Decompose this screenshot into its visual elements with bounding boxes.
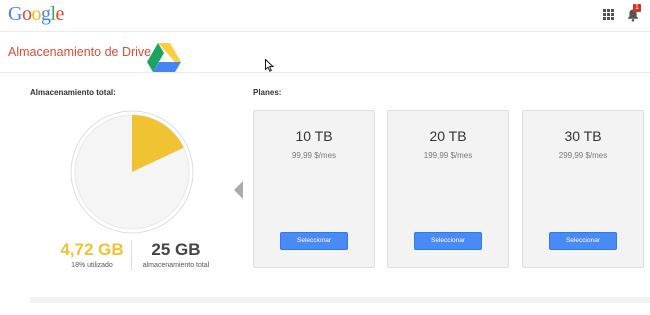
logo-letter: o bbox=[31, 3, 41, 25]
footer-strip bbox=[30, 297, 650, 303]
mouse-cursor-icon bbox=[265, 59, 274, 72]
used-storage-caption: 18% utilizado bbox=[71, 262, 113, 269]
google-logo[interactable]: Google bbox=[8, 3, 64, 26]
total-storage-caption: almacenamiento total bbox=[142, 262, 210, 269]
used-storage-value: 4,72 GB bbox=[60, 240, 124, 259]
plan-price: 299,99 $/mes bbox=[558, 151, 608, 160]
select-plan-button[interactable]: Seleccionar bbox=[549, 232, 617, 250]
logo-letter: e bbox=[55, 3, 65, 25]
page-title: Almacenamiento de Drive bbox=[8, 45, 152, 59]
select-plan-button[interactable]: Seleccionar bbox=[414, 232, 482, 250]
storage-section-label: Almacenamiento total: bbox=[30, 88, 116, 97]
notification-count-badge: 1 bbox=[633, 4, 641, 12]
plan-price: 99,99 $/mes bbox=[291, 151, 337, 160]
google-drive-icon bbox=[147, 43, 181, 72]
page-header: Almacenamiento de Drive bbox=[0, 32, 650, 73]
plan-size: 20 TB bbox=[429, 128, 467, 144]
divider bbox=[131, 240, 132, 270]
apps-grid-icon[interactable] bbox=[603, 9, 614, 20]
total-storage-value: 25 GB bbox=[151, 240, 201, 259]
plan-size: 30 TB bbox=[564, 128, 602, 144]
top-bar: Google 1 bbox=[0, 0, 650, 32]
plans-section-label: Planes: bbox=[253, 88, 282, 97]
plan-card-20tb: 20 TB 199,99 $/mes Seleccionar bbox=[387, 110, 509, 268]
select-plan-button[interactable]: Seleccionar bbox=[280, 232, 348, 250]
plan-size: 10 TB bbox=[295, 128, 333, 144]
storage-usage-pie bbox=[70, 110, 194, 234]
plan-card-10tb: 10 TB 99,99 $/mes Seleccionar bbox=[253, 110, 375, 268]
plan-price: 199,99 $/mes bbox=[423, 151, 473, 160]
plan-card-30tb: 30 TB 299,99 $/mes Seleccionar bbox=[522, 110, 644, 268]
logo-letter: o bbox=[21, 3, 32, 25]
logo-letter: G bbox=[8, 3, 22, 25]
logo-letter: g bbox=[40, 3, 51, 25]
chevron-left-icon[interactable] bbox=[234, 181, 243, 199]
